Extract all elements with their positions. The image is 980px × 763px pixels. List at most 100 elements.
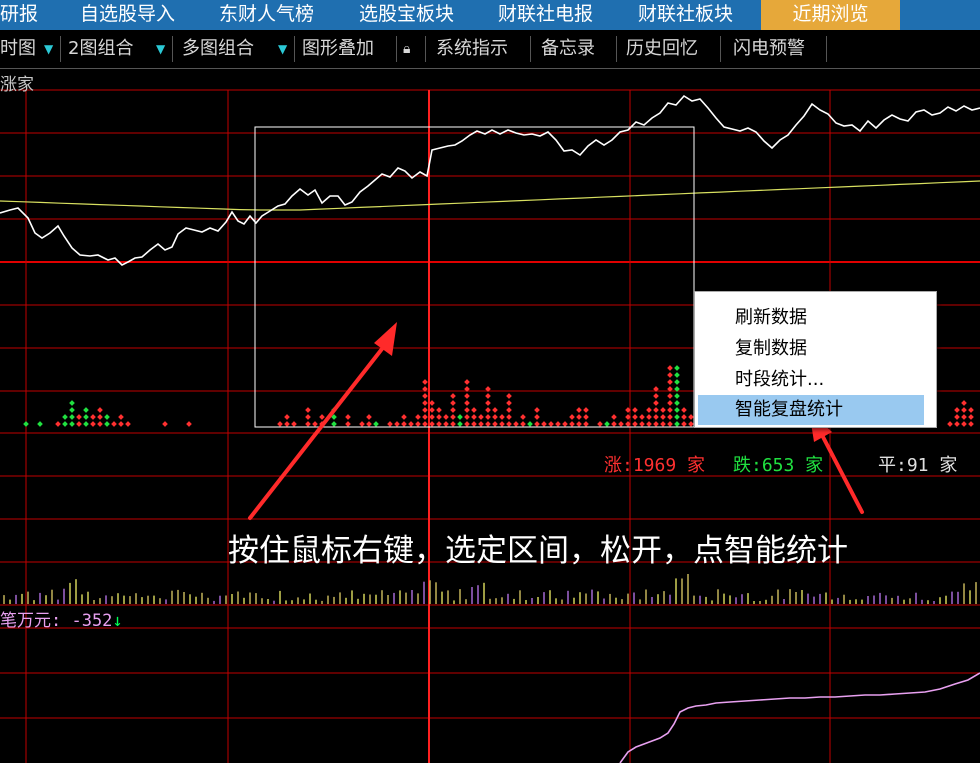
breadth-dot xyxy=(284,421,290,427)
breadth-dot xyxy=(674,365,680,371)
breadth-dot xyxy=(62,414,68,420)
breadth-dot xyxy=(284,414,290,420)
dropdown-arrow-icon[interactable]: ▼ xyxy=(44,30,53,68)
breadth-dot xyxy=(674,393,680,399)
selection-rectangle[interactable] xyxy=(254,126,695,428)
toolbar-memo[interactable]: 备忘录 xyxy=(541,30,595,68)
breadth-dot xyxy=(277,421,283,427)
lock-icon[interactable]: 🔒︎ xyxy=(403,30,410,68)
breadth-dot xyxy=(653,393,659,399)
breadth-dot xyxy=(366,414,372,420)
breadth-dot xyxy=(555,421,561,427)
breadth-dot xyxy=(90,414,96,420)
breadth-dot xyxy=(464,407,470,413)
breadth-dot xyxy=(305,407,311,413)
tab-popularity-rank[interactable]: 东财人气榜 xyxy=(219,0,314,30)
breadth-dot xyxy=(450,393,456,399)
breadth-dot xyxy=(534,407,540,413)
breadth-dot xyxy=(520,421,526,427)
breadth-dot xyxy=(408,421,414,427)
breadth-dot xyxy=(513,421,519,427)
up-count: 涨:1969 家 xyxy=(604,455,706,476)
breadth-dot xyxy=(576,421,582,427)
breadth-dot xyxy=(674,421,680,427)
breadth-dot xyxy=(632,421,638,427)
menu-item-copy-data[interactable]: 复制数据 xyxy=(735,334,925,364)
breadth-dot xyxy=(186,421,192,427)
breadth-dot xyxy=(125,421,131,427)
breadth-dot xyxy=(653,400,659,406)
breadth-dot xyxy=(667,379,673,385)
breadth-dot xyxy=(562,421,568,427)
toolbar-history-recall[interactable]: 历史回忆 xyxy=(626,30,698,68)
tab-cls-sectors[interactable]: 财联社板块 xyxy=(638,0,733,30)
breadth-dot xyxy=(667,400,673,406)
tab-stock-sectors[interactable]: 选股宝板块 xyxy=(359,0,454,30)
toolbar-divider xyxy=(60,36,61,62)
toolbar-2-chart-combo[interactable]: 2图组合 xyxy=(68,30,133,68)
breadth-dot xyxy=(639,421,645,427)
dropdown-arrow-icon[interactable]: ▼ xyxy=(156,30,165,68)
breadth-dot xyxy=(485,407,491,413)
breadth-dot xyxy=(961,400,967,406)
toolbar-chart-overlay[interactable]: 图形叠加 xyxy=(302,30,374,68)
menu-item-refresh-data[interactable]: 刷新数据 xyxy=(735,303,925,333)
breadth-dot xyxy=(401,421,407,427)
breadth-dot xyxy=(83,407,89,413)
toolbar-divider xyxy=(720,36,721,62)
toolbar-system-indicator[interactable]: 系统指示 xyxy=(436,30,508,68)
breadth-dot xyxy=(312,421,318,427)
breadth-dot xyxy=(653,407,659,413)
breadth-dot xyxy=(583,407,589,413)
toolbar-divider xyxy=(616,36,617,62)
breadth-dot xyxy=(506,400,512,406)
breadth-dot xyxy=(506,407,512,413)
menu-item-smart-review-stats[interactable]: 智能复盘统计 xyxy=(698,395,924,425)
tab-watchlist-import[interactable]: 自选股导入 xyxy=(80,0,175,30)
breadth-dot xyxy=(681,421,687,427)
down-count: 跌:653 家 xyxy=(733,455,824,476)
breadth-dot xyxy=(478,421,484,427)
tab-recent-browse[interactable]: 近期浏览 xyxy=(761,0,900,30)
breadth-dot xyxy=(646,421,652,427)
toolbar-divider xyxy=(396,36,397,62)
breadth-dot xyxy=(674,379,680,385)
breadth-dot xyxy=(597,421,603,427)
toolbar-flash-alert[interactable]: 闪电预警 xyxy=(733,30,805,68)
breadth-dot xyxy=(55,421,61,427)
breadth-dot xyxy=(394,421,400,427)
toolbar-timeshare[interactable]: 时图 xyxy=(0,30,36,68)
breadth-dot xyxy=(429,414,435,420)
chart-toolbar: 时图 ▼ 2图组合 ▼ 多图组合 ▼ 图形叠加 🔒︎ 系统指示 备忘录 历史回忆… xyxy=(0,30,980,69)
breadth-dot xyxy=(471,407,477,413)
breadth-dot xyxy=(97,421,103,427)
breadth-dot xyxy=(291,421,297,427)
toolbar-multi-chart-combo[interactable]: 多图组合 xyxy=(182,30,254,68)
dropdown-arrow-icon[interactable]: ▼ xyxy=(278,30,287,68)
breadth-dot xyxy=(359,421,365,427)
breadth-dot xyxy=(968,407,974,413)
average-line xyxy=(0,180,980,211)
tab-research-report[interactable]: 研报 xyxy=(0,0,38,30)
breadth-dot xyxy=(961,407,967,413)
breadth-dot xyxy=(450,421,456,427)
breadth-dot xyxy=(534,421,540,427)
toolbar-divider xyxy=(530,36,531,62)
breadth-dot xyxy=(471,414,477,420)
breadth-dot xyxy=(632,407,638,413)
breadth-dot xyxy=(681,414,687,420)
breadth-dot xyxy=(485,400,491,406)
breadth-dot xyxy=(69,414,75,420)
menu-item-period-stats[interactable]: 时段统计... xyxy=(735,365,925,395)
breadth-dot xyxy=(653,414,659,420)
breadth-dot xyxy=(583,421,589,427)
breadth-dot xyxy=(401,414,407,420)
breadth-dot xyxy=(653,421,659,427)
tab-telegraph[interactable]: 财联社电报 xyxy=(498,0,593,30)
breadth-dot xyxy=(23,421,29,427)
breadth-dot xyxy=(485,393,491,399)
breadth-dot xyxy=(436,421,442,427)
breadth-dot xyxy=(422,414,428,420)
breadth-dot xyxy=(499,421,505,427)
breadth-dot xyxy=(69,407,75,413)
